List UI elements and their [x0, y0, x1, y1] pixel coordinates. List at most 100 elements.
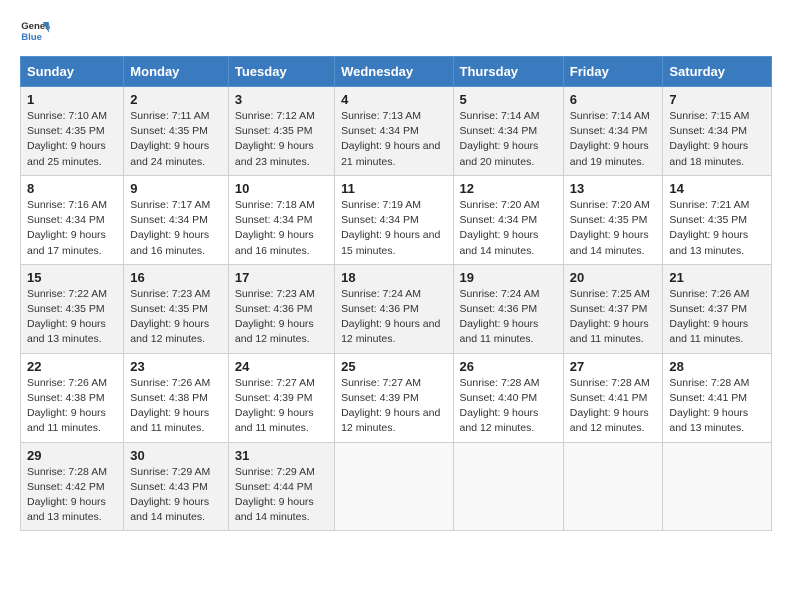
day-cell: 6 Sunrise: 7:14 AMSunset: 4:34 PMDayligh… [563, 87, 663, 176]
day-number: 11 [341, 181, 446, 196]
day-cell: 21 Sunrise: 7:26 AMSunset: 4:37 PMDaylig… [663, 264, 772, 353]
day-number: 24 [235, 359, 328, 374]
col-header-wednesday: Wednesday [335, 57, 453, 87]
col-header-friday: Friday [563, 57, 663, 87]
logo-icon: General Blue [20, 16, 50, 46]
day-cell: 22 Sunrise: 7:26 AMSunset: 4:38 PMDaylig… [21, 353, 124, 442]
svg-text:Blue: Blue [21, 32, 42, 43]
day-cell: 4 Sunrise: 7:13 AMSunset: 4:34 PMDayligh… [335, 87, 453, 176]
day-info: Sunrise: 7:13 AMSunset: 4:34 PMDaylight:… [341, 110, 440, 168]
day-cell: 12 Sunrise: 7:20 AMSunset: 4:34 PMDaylig… [453, 175, 563, 264]
day-cell [663, 442, 772, 531]
day-cell: 30 Sunrise: 7:29 AMSunset: 4:43 PMDaylig… [124, 442, 229, 531]
day-cell: 17 Sunrise: 7:23 AMSunset: 4:36 PMDaylig… [228, 264, 334, 353]
day-cell [335, 442, 453, 531]
day-cell: 16 Sunrise: 7:23 AMSunset: 4:35 PMDaylig… [124, 264, 229, 353]
day-info: Sunrise: 7:15 AMSunset: 4:34 PMDaylight:… [669, 110, 749, 168]
day-number: 28 [669, 359, 765, 374]
day-number: 9 [130, 181, 222, 196]
day-info: Sunrise: 7:28 AMSunset: 4:41 PMDaylight:… [669, 377, 749, 435]
col-header-thursday: Thursday [453, 57, 563, 87]
day-number: 25 [341, 359, 446, 374]
day-number: 6 [570, 92, 657, 107]
day-number: 10 [235, 181, 328, 196]
day-number: 14 [669, 181, 765, 196]
day-info: Sunrise: 7:20 AMSunset: 4:34 PMDaylight:… [460, 199, 540, 257]
day-number: 31 [235, 448, 328, 463]
day-cell: 28 Sunrise: 7:28 AMSunset: 4:41 PMDaylig… [663, 353, 772, 442]
day-cell: 3 Sunrise: 7:12 AMSunset: 4:35 PMDayligh… [228, 87, 334, 176]
day-cell: 19 Sunrise: 7:24 AMSunset: 4:36 PMDaylig… [453, 264, 563, 353]
day-cell: 18 Sunrise: 7:24 AMSunset: 4:36 PMDaylig… [335, 264, 453, 353]
day-info: Sunrise: 7:14 AMSunset: 4:34 PMDaylight:… [570, 110, 650, 168]
day-number: 4 [341, 92, 446, 107]
day-cell [563, 442, 663, 531]
day-cell: 13 Sunrise: 7:20 AMSunset: 4:35 PMDaylig… [563, 175, 663, 264]
day-number: 26 [460, 359, 557, 374]
week-row-1: 1 Sunrise: 7:10 AMSunset: 4:35 PMDayligh… [21, 87, 772, 176]
day-number: 22 [27, 359, 117, 374]
week-row-5: 29 Sunrise: 7:28 AMSunset: 4:42 PMDaylig… [21, 442, 772, 531]
day-cell: 29 Sunrise: 7:28 AMSunset: 4:42 PMDaylig… [21, 442, 124, 531]
day-info: Sunrise: 7:26 AMSunset: 4:37 PMDaylight:… [669, 288, 749, 346]
col-header-tuesday: Tuesday [228, 57, 334, 87]
day-info: Sunrise: 7:19 AMSunset: 4:34 PMDaylight:… [341, 199, 440, 257]
day-info: Sunrise: 7:22 AMSunset: 4:35 PMDaylight:… [27, 288, 107, 346]
day-info: Sunrise: 7:25 AMSunset: 4:37 PMDaylight:… [570, 288, 650, 346]
day-number: 15 [27, 270, 117, 285]
calendar-table: SundayMondayTuesdayWednesdayThursdayFrid… [20, 56, 772, 531]
day-info: Sunrise: 7:29 AMSunset: 4:44 PMDaylight:… [235, 466, 315, 524]
day-cell: 8 Sunrise: 7:16 AMSunset: 4:34 PMDayligh… [21, 175, 124, 264]
day-number: 18 [341, 270, 446, 285]
day-info: Sunrise: 7:26 AMSunset: 4:38 PMDaylight:… [130, 377, 210, 435]
day-info: Sunrise: 7:27 AMSunset: 4:39 PMDaylight:… [341, 377, 440, 435]
day-info: Sunrise: 7:24 AMSunset: 4:36 PMDaylight:… [341, 288, 440, 346]
day-number: 7 [669, 92, 765, 107]
day-info: Sunrise: 7:24 AMSunset: 4:36 PMDaylight:… [460, 288, 540, 346]
week-row-4: 22 Sunrise: 7:26 AMSunset: 4:38 PMDaylig… [21, 353, 772, 442]
day-number: 1 [27, 92, 117, 107]
header-row: SundayMondayTuesdayWednesdayThursdayFrid… [21, 57, 772, 87]
day-info: Sunrise: 7:28 AMSunset: 4:42 PMDaylight:… [27, 466, 107, 524]
day-number: 16 [130, 270, 222, 285]
day-info: Sunrise: 7:10 AMSunset: 4:35 PMDaylight:… [27, 110, 107, 168]
col-header-saturday: Saturday [663, 57, 772, 87]
day-info: Sunrise: 7:17 AMSunset: 4:34 PMDaylight:… [130, 199, 210, 257]
logo: General Blue [20, 16, 54, 46]
day-number: 3 [235, 92, 328, 107]
day-cell: 24 Sunrise: 7:27 AMSunset: 4:39 PMDaylig… [228, 353, 334, 442]
day-info: Sunrise: 7:21 AMSunset: 4:35 PMDaylight:… [669, 199, 749, 257]
day-number: 2 [130, 92, 222, 107]
day-cell: 5 Sunrise: 7:14 AMSunset: 4:34 PMDayligh… [453, 87, 563, 176]
day-cell: 14 Sunrise: 7:21 AMSunset: 4:35 PMDaylig… [663, 175, 772, 264]
day-cell: 15 Sunrise: 7:22 AMSunset: 4:35 PMDaylig… [21, 264, 124, 353]
day-cell: 10 Sunrise: 7:18 AMSunset: 4:34 PMDaylig… [228, 175, 334, 264]
day-cell: 1 Sunrise: 7:10 AMSunset: 4:35 PMDayligh… [21, 87, 124, 176]
day-number: 19 [460, 270, 557, 285]
day-info: Sunrise: 7:23 AMSunset: 4:36 PMDaylight:… [235, 288, 315, 346]
day-number: 21 [669, 270, 765, 285]
day-cell: 2 Sunrise: 7:11 AMSunset: 4:35 PMDayligh… [124, 87, 229, 176]
day-number: 17 [235, 270, 328, 285]
day-cell: 20 Sunrise: 7:25 AMSunset: 4:37 PMDaylig… [563, 264, 663, 353]
day-number: 23 [130, 359, 222, 374]
day-cell: 26 Sunrise: 7:28 AMSunset: 4:40 PMDaylig… [453, 353, 563, 442]
day-info: Sunrise: 7:27 AMSunset: 4:39 PMDaylight:… [235, 377, 315, 435]
day-info: Sunrise: 7:16 AMSunset: 4:34 PMDaylight:… [27, 199, 107, 257]
day-info: Sunrise: 7:14 AMSunset: 4:34 PMDaylight:… [460, 110, 540, 168]
day-info: Sunrise: 7:26 AMSunset: 4:38 PMDaylight:… [27, 377, 107, 435]
day-number: 12 [460, 181, 557, 196]
day-number: 30 [130, 448, 222, 463]
col-header-sunday: Sunday [21, 57, 124, 87]
day-cell: 25 Sunrise: 7:27 AMSunset: 4:39 PMDaylig… [335, 353, 453, 442]
page-header: General Blue [20, 16, 772, 46]
day-number: 27 [570, 359, 657, 374]
day-info: Sunrise: 7:28 AMSunset: 4:40 PMDaylight:… [460, 377, 540, 435]
day-info: Sunrise: 7:11 AMSunset: 4:35 PMDaylight:… [130, 110, 209, 168]
day-cell: 23 Sunrise: 7:26 AMSunset: 4:38 PMDaylig… [124, 353, 229, 442]
day-cell: 27 Sunrise: 7:28 AMSunset: 4:41 PMDaylig… [563, 353, 663, 442]
day-info: Sunrise: 7:20 AMSunset: 4:35 PMDaylight:… [570, 199, 650, 257]
day-number: 29 [27, 448, 117, 463]
day-cell: 7 Sunrise: 7:15 AMSunset: 4:34 PMDayligh… [663, 87, 772, 176]
week-row-2: 8 Sunrise: 7:16 AMSunset: 4:34 PMDayligh… [21, 175, 772, 264]
